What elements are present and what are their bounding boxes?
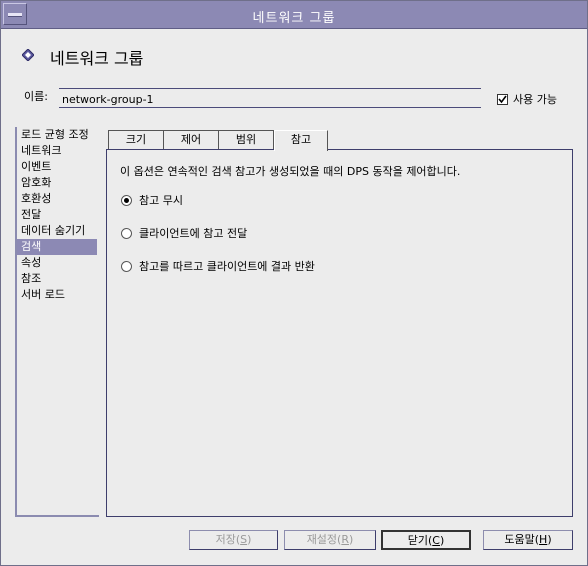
sidebar-item-attributes[interactable]: 속성	[17, 255, 99, 271]
option-label: 참고를 따르고 클라이언트에 결과 반환	[139, 260, 315, 273]
option-follow-referral[interactable]: 참고를 따르고 클라이언트에 결과 반환	[121, 258, 315, 274]
checkbox-box[interactable]	[497, 93, 508, 105]
tab-control[interactable]: 제어	[163, 130, 219, 149]
reset-button[interactable]: 재설정(R)	[284, 530, 376, 550]
sidebar-item-forwarding[interactable]: 전달	[17, 207, 99, 223]
sidebar-item-load-balancing[interactable]: 로드 균형 조정	[17, 127, 99, 143]
tab-referral[interactable]: 참고	[274, 130, 328, 151]
sidebar-item-encryption[interactable]: 암호화	[17, 175, 99, 191]
diamond-icon	[22, 49, 34, 61]
radio-icon[interactable]	[121, 227, 132, 239]
sidebar-item-search[interactable]: 검색	[17, 239, 97, 255]
save-button[interactable]: 저장(S)	[189, 530, 278, 550]
tab-scope[interactable]: 범위	[218, 130, 274, 149]
help-button[interactable]: 도움말(H)	[483, 530, 573, 550]
sidebar-item-events[interactable]: 이벤트	[17, 159, 99, 175]
panel-description: 이 옵션은 연속적인 검색 참고가 생성되었을 때의 DPS 동작을 제어합니다…	[120, 165, 461, 178]
name-field[interactable]	[59, 88, 481, 108]
radio-selected-icon[interactable]	[121, 194, 132, 206]
sidebar-item-compatibility[interactable]: 호환성	[17, 191, 99, 207]
page-title: 네트워크 그룹	[50, 49, 144, 68]
category-list[interactable]: 로드 균형 조정 네트워크 이벤트 암호화 호환성 전달 데이터 숨기기 검색 …	[15, 127, 99, 517]
option-label: 참고 무시	[139, 194, 183, 207]
tab-size[interactable]: 크기	[108, 130, 164, 149]
enable-checkbox[interactable]: 사용 가능	[497, 91, 557, 107]
option-ignore-referral[interactable]: 참고 무시	[121, 192, 183, 208]
checkmark-icon	[498, 95, 507, 103]
option-label: 클라이언트에 참고 전달	[139, 227, 248, 240]
name-label: 이름:	[24, 90, 48, 103]
window-title: 네트워크 그룹	[252, 11, 336, 26]
sidebar-item-server-load[interactable]: 서버 로드	[17, 287, 99, 303]
title-bar[interactable]: 네트워크 그룹	[1, 1, 587, 29]
sidebar-item-data-hiding[interactable]: 데이터 숨기기	[17, 223, 99, 239]
radio-icon[interactable]	[121, 260, 132, 272]
option-forward-to-client[interactable]: 클라이언트에 참고 전달	[121, 225, 247, 241]
sidebar-item-network[interactable]: 네트워크	[17, 143, 99, 159]
close-button[interactable]: 닫기(C)	[381, 530, 471, 550]
enable-label: 사용 가능	[513, 93, 557, 106]
sidebar-item-references[interactable]: 참조	[17, 271, 99, 287]
